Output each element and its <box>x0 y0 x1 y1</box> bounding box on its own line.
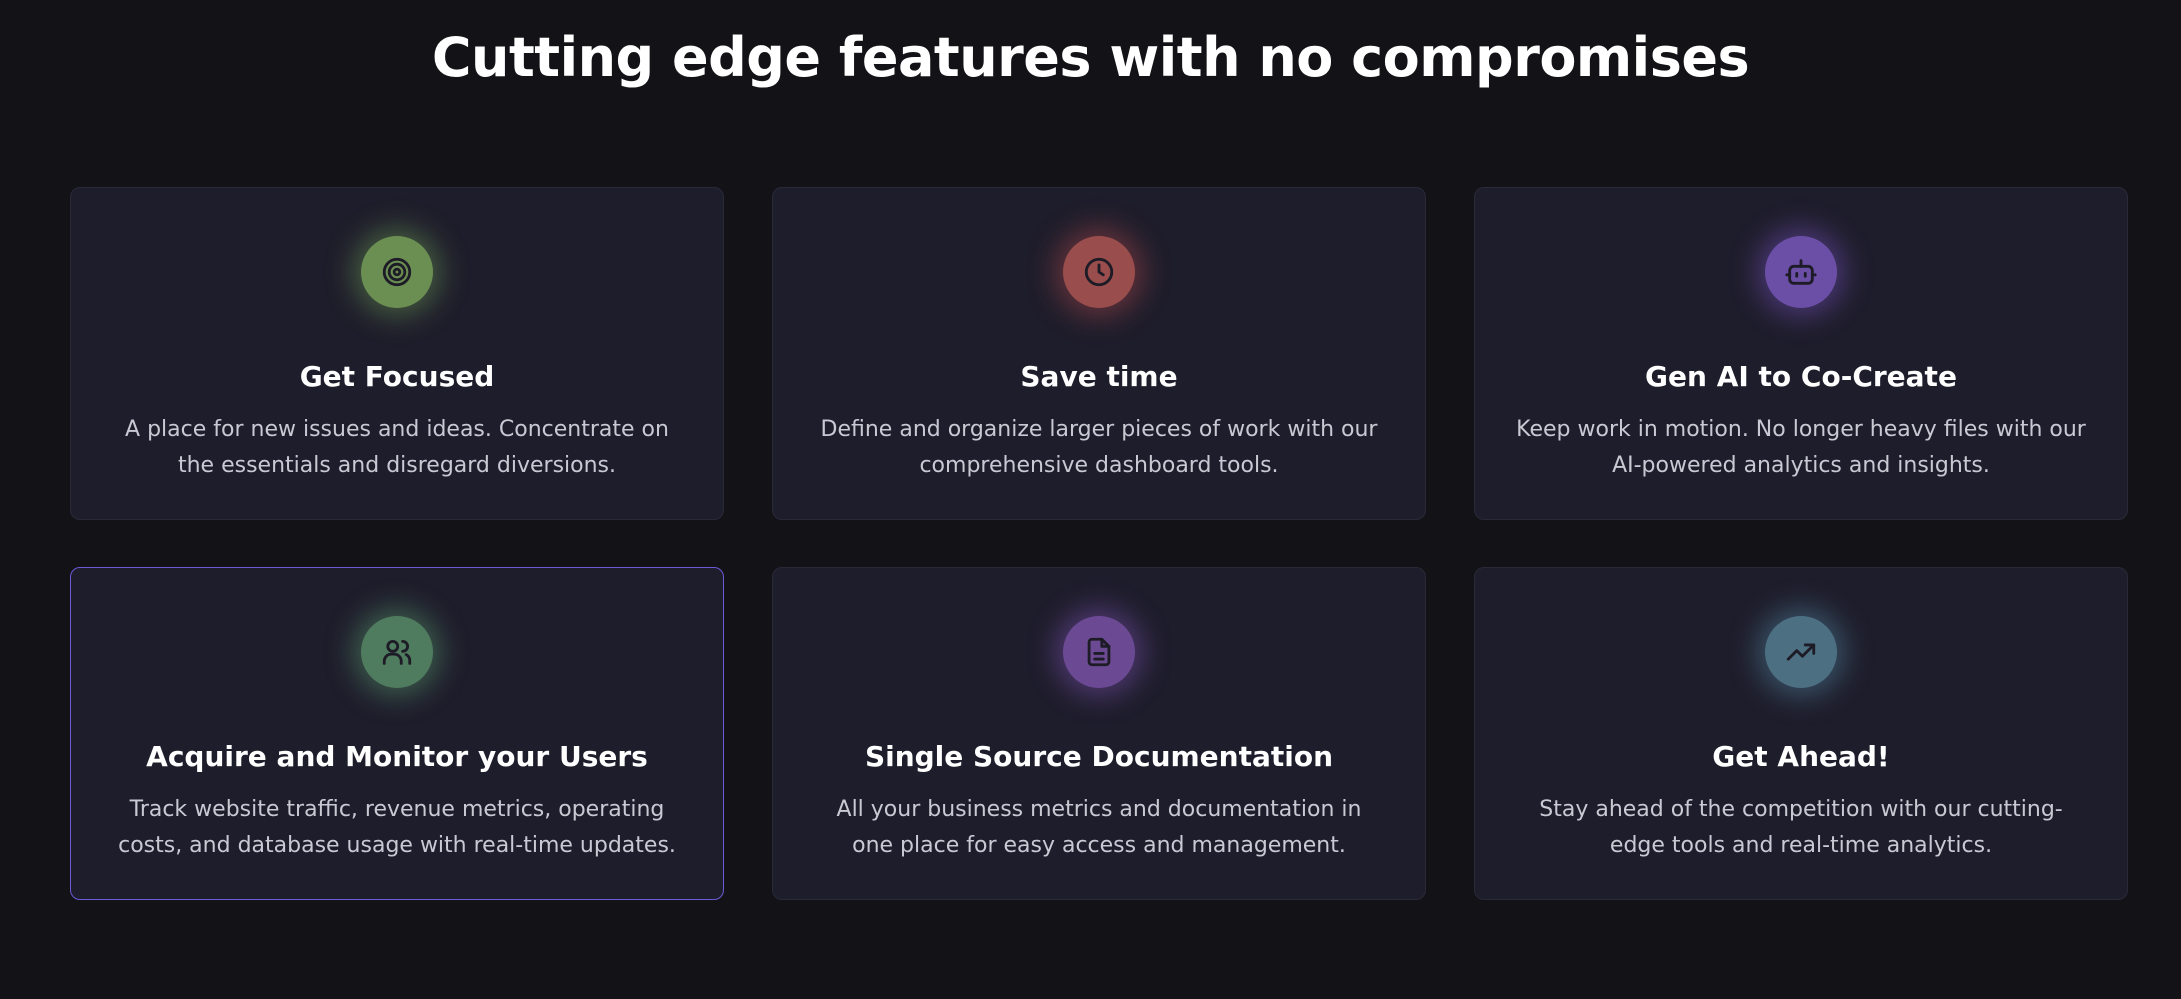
card-title: Single Source Documentation <box>864 740 1334 773</box>
section-heading: Cutting edge features with no compromise… <box>431 26 1750 89</box>
bot-icon <box>1765 236 1837 308</box>
card-title: Save time <box>1020 360 1178 393</box>
card-description: Stay ahead of the competition with our c… <box>1539 797 2063 858</box>
features-grid: Get Focused A place for new issues and i… <box>70 187 2128 900</box>
trending-up-icon <box>1765 616 1837 688</box>
document-icon <box>1063 616 1135 688</box>
card-title: Acquire and Monitor your Users <box>146 740 648 773</box>
card-description: All your business metrics and documentat… <box>836 797 1362 858</box>
card-description: Track website traffic, revenue metrics, … <box>118 797 676 858</box>
feature-card-documentation[interactable]: Single Source Documentation All your bus… <box>772 567 1426 900</box>
users-icon <box>361 616 433 688</box>
card-description: A place for new issues and ideas. Concen… <box>125 417 669 478</box>
card-title: Get Focused <box>299 360 495 393</box>
feature-card-get-ahead[interactable]: Get Ahead! Stay ahead of the competition… <box>1474 567 2128 900</box>
feature-card-get-focused[interactable]: Get Focused A place for new issues and i… <box>70 187 724 520</box>
features-section: Cutting edge features with no compromise… <box>0 0 2181 999</box>
card-description: Keep work in motion. No longer heavy fil… <box>1516 417 2086 478</box>
feature-card-gen-ai[interactable]: Gen AI to Co-Create Keep work in motion.… <box>1474 187 2128 520</box>
target-icon <box>361 236 433 308</box>
card-description: Define and organize larger pieces of wor… <box>820 417 1378 478</box>
card-title: Gen AI to Co-Create <box>1645 360 1957 393</box>
feature-card-acquire-users[interactable]: Acquire and Monitor your Users Track web… <box>70 567 724 900</box>
feature-card-save-time[interactable]: Save time Define and organize larger pie… <box>772 187 1426 520</box>
clock-icon <box>1063 236 1135 308</box>
card-title: Get Ahead! <box>1712 740 1890 773</box>
